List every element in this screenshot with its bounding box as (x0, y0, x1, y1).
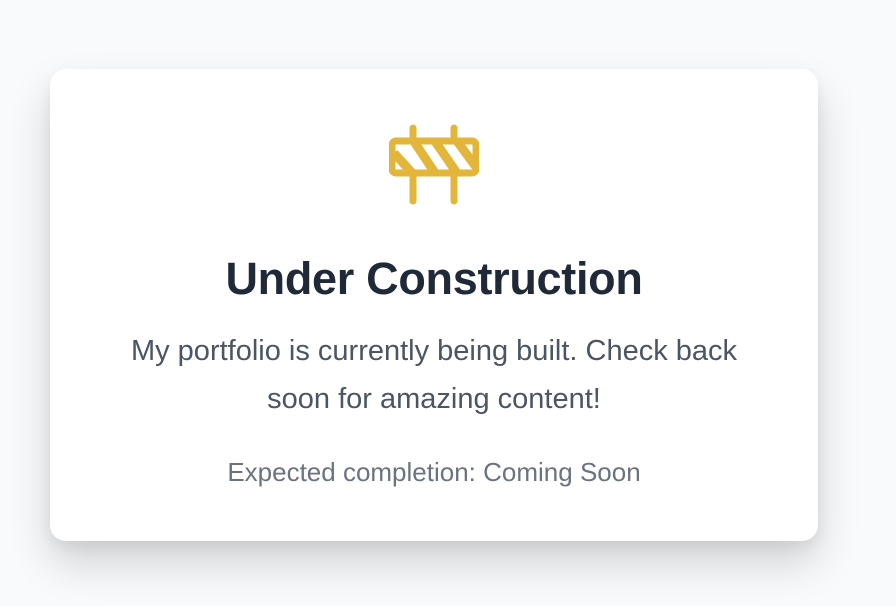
road-barrier-icon (389, 124, 479, 205)
construction-message: My portfolio is currently being built. C… (130, 335, 738, 415)
page-title: Under Construction (225, 253, 643, 304)
construction-card: Under Construction My portfolio is curre… (50, 69, 818, 541)
construction-icon-container (50, 124, 818, 206)
page: Under Construction My portfolio is curre… (0, 0, 896, 606)
expected-completion-text: Expected completion: Coming Soon (227, 457, 641, 487)
